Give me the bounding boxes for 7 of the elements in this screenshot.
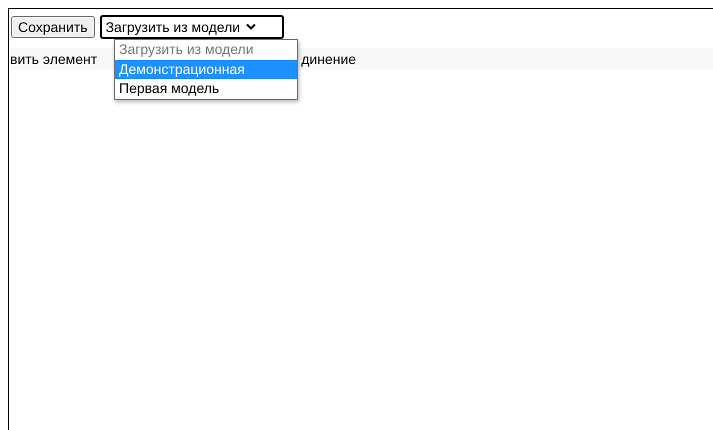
- dropdown-option[interactable]: Первая модель: [115, 79, 297, 98]
- dropdown-option: Загрузить из модели: [115, 40, 297, 60]
- menu-item[interactable]: динение: [301, 51, 356, 67]
- save-button[interactable]: Сохранить: [11, 16, 95, 38]
- chevron-down-icon: [246, 23, 256, 31]
- model-select[interactable]: Загрузить из модели: [100, 16, 283, 38]
- menu-item[interactable]: вить элемент: [10, 51, 98, 67]
